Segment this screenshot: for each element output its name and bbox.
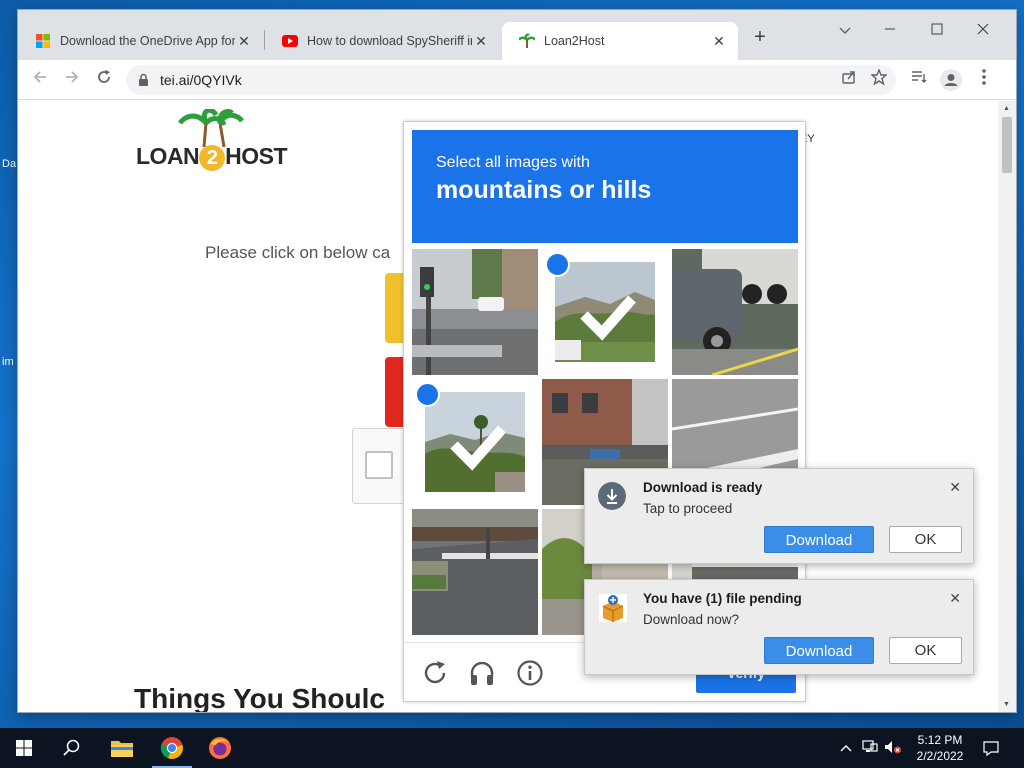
selected-check-icon xyxy=(545,252,636,341)
windows-taskbar: 5:12 PM 2/2/2022 xyxy=(0,728,1024,768)
new-tab-button[interactable]: + xyxy=(748,26,772,50)
scroll-thumb[interactable] xyxy=(1002,117,1012,173)
instruction-text: Please click on below ca xyxy=(205,243,391,262)
ok-button[interactable]: OK xyxy=(889,637,962,664)
reading-list-icon[interactable] xyxy=(908,69,930,91)
bookmark-star-icon[interactable] xyxy=(868,68,890,91)
tab-title: How to download SpySheriff in 2 xyxy=(307,34,472,48)
browser-toolbar: tei.ai/0QYIVk xyxy=(18,60,1016,100)
firefox-icon[interactable] xyxy=(196,728,244,768)
scroll-up-arrow-icon[interactable]: ▲ xyxy=(1003,105,1010,112)
share-icon[interactable] xyxy=(838,69,860,91)
clock-time: 5:12 PM xyxy=(917,733,963,747)
file-explorer-icon[interactable] xyxy=(98,728,146,768)
more-menu-icon[interactable] xyxy=(973,69,995,91)
tab-loan2host[interactable]: Loan2Host ✕ xyxy=(502,22,738,60)
notification-title: Download is ready xyxy=(643,480,763,495)
download-arrow-icon xyxy=(597,481,627,511)
search-icon[interactable] xyxy=(48,728,96,768)
captcha-prompt: Select all images with xyxy=(436,154,590,171)
audio-challenge-headphones-icon[interactable] xyxy=(468,659,496,687)
close-notification-icon[interactable]: ✕ xyxy=(949,590,961,607)
close-notification-icon[interactable]: ✕ xyxy=(949,479,961,496)
logo-wordmark: LOAN 2 HOST xyxy=(136,143,288,171)
scroll-down-arrow-icon[interactable]: ▼ xyxy=(1003,701,1010,708)
start-windows-icon[interactable] xyxy=(0,728,48,768)
info-icon[interactable] xyxy=(516,659,544,687)
page-scrollbar[interactable]: ▲ ▼ xyxy=(998,101,1016,712)
url-text[interactable]: tei.ai/0QYIVk xyxy=(160,72,242,88)
notification-center-icon[interactable] xyxy=(983,740,999,757)
close-tab-icon[interactable]: ✕ xyxy=(235,33,253,50)
captcha-target: mountains or hills xyxy=(436,176,652,204)
microsoft-logo-icon xyxy=(35,33,51,49)
reload-challenge-icon[interactable] xyxy=(421,659,449,687)
captcha-tile[interactable] xyxy=(412,509,538,635)
maximize-window-icon[interactable] xyxy=(915,16,959,44)
selected-check-icon xyxy=(415,382,506,471)
profile-avatar-icon[interactable] xyxy=(940,69,962,91)
package-box-icon xyxy=(597,592,627,622)
captcha-tile-selected[interactable] xyxy=(412,379,538,505)
not-a-robot-checkbox[interactable] xyxy=(365,451,393,479)
tab-title: Loan2Host xyxy=(544,34,605,48)
tab-youtube[interactable]: How to download SpySheriff in 2 ✕ xyxy=(265,22,500,60)
captcha-tile-selected[interactable] xyxy=(542,249,668,375)
tab-title: Download the OneDrive App for xyxy=(60,34,235,48)
captcha-tile[interactable] xyxy=(412,249,538,375)
clock-date: 2/2/2022 xyxy=(916,749,964,763)
network-icon[interactable] xyxy=(862,740,878,756)
captcha-tile[interactable] xyxy=(672,249,798,375)
volume-muted-icon[interactable] xyxy=(884,740,901,756)
reload-icon[interactable] xyxy=(92,68,116,92)
close-window-icon[interactable] xyxy=(961,16,1005,44)
system-clock[interactable]: 5:12 PM 2/2/2022 xyxy=(910,732,970,764)
desktop-icon-label[interactable]: Da xyxy=(2,158,16,170)
file-pending-notification[interactable]: You have (1) file pending Download now? … xyxy=(584,579,974,675)
address-bar[interactable]: tei.ai/0QYIVk xyxy=(126,65,896,95)
close-tab-icon[interactable]: ✕ xyxy=(472,33,490,50)
tab-search-chevron-icon[interactable] xyxy=(823,16,867,44)
captcha-image-grid xyxy=(412,249,798,635)
article-heading: Things You Shoulc xyxy=(134,683,385,712)
notification-message: Download now? xyxy=(643,612,740,627)
youtube-icon xyxy=(282,33,298,49)
notification-title: You have (1) file pending xyxy=(643,591,802,606)
desktop-icon-label[interactable]: im xyxy=(2,356,14,368)
chrome-icon[interactable] xyxy=(148,728,196,768)
loan2host-logo[interactable]: LOAN 2 HOST xyxy=(136,109,288,171)
show-hidden-icons-chevron-icon[interactable] xyxy=(838,740,854,756)
tab-strip: Download the OneDrive App for ✕ How to d… xyxy=(18,10,1016,60)
captcha-header: Select all images with mountains or hill… xyxy=(412,130,798,243)
lock-icon[interactable] xyxy=(138,73,149,92)
download-button[interactable]: Download xyxy=(764,637,874,664)
close-tab-icon[interactable]: ✕ xyxy=(710,33,728,50)
notification-message: Tap to proceed xyxy=(643,501,733,516)
ok-button[interactable]: OK xyxy=(889,526,962,553)
download-button[interactable]: Download xyxy=(764,526,874,553)
minimize-window-icon[interactable] xyxy=(868,16,912,44)
tab-onedrive[interactable]: Download the OneDrive App for ✕ xyxy=(18,22,263,60)
back-arrow-icon[interactable] xyxy=(28,68,52,92)
palm-tree-favicon xyxy=(519,33,535,49)
forward-arrow-icon[interactable] xyxy=(60,68,84,92)
download-ready-notification[interactable]: Download is ready Tap to proceed ✕ Downl… xyxy=(584,468,974,564)
